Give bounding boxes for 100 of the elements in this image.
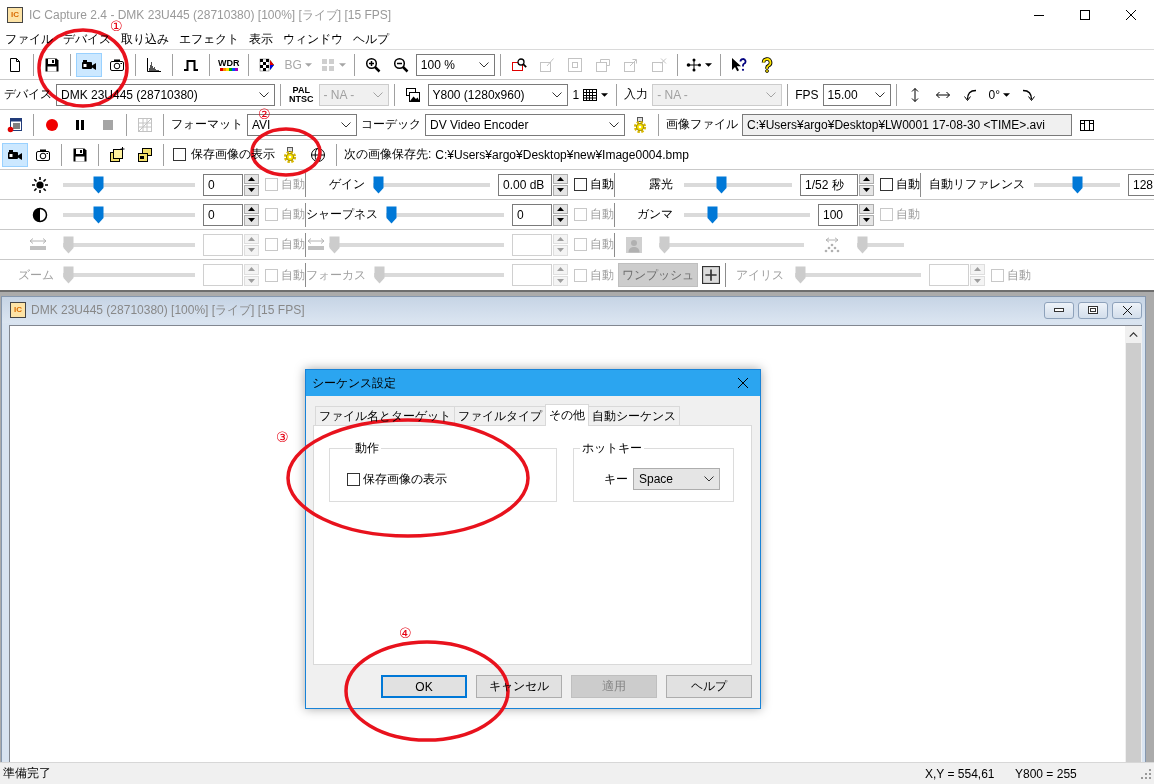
spin-down-button[interactable] — [859, 185, 874, 196]
dropdown[interactable]: Y800 (1280x960) — [427, 83, 568, 106]
spin-down-button[interactable] — [859, 215, 874, 226]
slider-thumb[interactable] — [373, 175, 384, 194]
scrollbar-thumb[interactable] — [1126, 343, 1141, 762]
caret-icon — [304, 62, 312, 67]
checkbox-label: 自動 — [281, 206, 305, 223]
chevron-icon — [259, 91, 269, 98]
up-arrow-icon — [557, 176, 564, 181]
checkbox-label: 自動 — [590, 176, 614, 193]
annotation-number: ④ — [399, 626, 412, 640]
scroll-up-icon — [1129, 332, 1138, 337]
grid-frame-icon — [137, 116, 153, 133]
menu-item[interactable]: エフェクト — [174, 30, 244, 49]
slider-thumb[interactable] — [93, 175, 105, 194]
toolbar-button[interactable]: PAL NTSC — [286, 82, 317, 107]
gear-icon — [632, 116, 648, 133]
spin-down-button[interactable] — [244, 185, 259, 196]
dropdown[interactable]: DV Video Encoder — [425, 113, 625, 136]
toolbar-label: 入力 — [623, 86, 650, 103]
checkbox-label: 自動 — [281, 266, 305, 284]
down-arrow-icon — [557, 218, 564, 223]
toolbar-button[interactable] — [76, 52, 102, 77]
chevron-icon — [341, 121, 351, 128]
number-field[interactable] — [203, 264, 243, 286]
dropdown-button[interactable]: 1 — [569, 82, 612, 107]
spin-up-button[interactable] — [553, 203, 568, 214]
checkbox-label: 自動 — [896, 176, 920, 193]
number-field[interactable]: 0.00 dB — [498, 173, 552, 196]
spin-up-button[interactable] — [859, 203, 874, 214]
minimize-icon — [1034, 14, 1044, 16]
toolbar-button[interactable] — [2, 142, 28, 167]
dialog-button[interactable]: ヘルプ — [666, 675, 752, 698]
app-logo: IC — [10, 302, 26, 318]
restore-button[interactable] — [1078, 301, 1108, 319]
spin-up-button[interactable] — [553, 173, 568, 184]
dropdown[interactable]: Space — [633, 468, 720, 490]
checkbox[interactable] — [574, 178, 587, 191]
slider-thumb[interactable] — [716, 175, 727, 194]
number-field[interactable]: 0 — [203, 173, 243, 196]
number-field[interactable]: 100 — [818, 203, 858, 226]
dropdown-button[interactable]: 0° — [985, 82, 1013, 107]
checkbox[interactable] — [880, 178, 893, 191]
number-field[interactable] — [929, 264, 969, 286]
toolbar-button[interactable]: WDR — [215, 52, 243, 77]
spin-down-button[interactable] — [244, 215, 259, 226]
group-title: ホットキー — [581, 440, 643, 457]
checkbox[interactable] — [173, 148, 186, 161]
number-field[interactable]: 128 — [1128, 173, 1154, 196]
caret-icon — [704, 62, 712, 67]
document-title: DMK 23U445 (28710380) [100%] [ライブ] [15 FPS] — [31, 301, 305, 319]
down-arrow-icon — [974, 278, 981, 283]
spin-down-button[interactable] — [553, 185, 568, 196]
slider-thumb[interactable] — [707, 205, 718, 224]
icon-button[interactable] — [701, 265, 721, 285]
checkbox-label: 自動 — [281, 236, 305, 253]
dialog-button[interactable]: OK — [381, 675, 467, 698]
number-field[interactable] — [512, 264, 552, 286]
number-field[interactable]: 0 — [203, 203, 243, 226]
maximize-icon — [1080, 10, 1090, 20]
up-arrow-icon — [863, 176, 870, 181]
plus-icon — [702, 266, 720, 284]
menu-item[interactable]: ヘルプ — [348, 30, 394, 49]
slider-thumb[interactable] — [93, 205, 105, 224]
up-arrow-icon — [248, 206, 255, 211]
file-path-field[interactable]: C:¥Users¥argo¥Desktop¥LW0001 17-08-30 <TIME>.avi — [742, 113, 1072, 136]
number-field[interactable] — [203, 233, 243, 256]
menu-item[interactable]: 取り込み — [116, 30, 174, 49]
arrow-bar-icon — [306, 236, 326, 253]
number-field[interactable] — [512, 233, 552, 256]
arrow-bar-icon — [28, 236, 48, 253]
caret-icon — [601, 92, 609, 97]
spin-down-button[interactable] — [553, 215, 568, 226]
slider-thumb[interactable] — [386, 205, 397, 224]
number-field[interactable]: 0 — [512, 203, 552, 226]
tab[interactable]: 自動シーケンス — [588, 406, 680, 425]
checkbox[interactable] — [347, 472, 360, 486]
number-field[interactable]: 1/52 秒 — [800, 173, 858, 196]
spin-up-button[interactable] — [859, 173, 874, 184]
close-button[interactable] — [1112, 301, 1142, 319]
field-label: キー — [604, 470, 628, 488]
slider-label: アイリス — [735, 266, 785, 284]
menu-item[interactable]: 表示 — [244, 30, 278, 49]
slider-label: 自動リファレンス — [928, 176, 1026, 193]
menu-item[interactable]: ウィンドウ — [278, 30, 348, 49]
vertical-scrollbar[interactable] — [1125, 325, 1142, 762]
box-arrow-icon — [622, 56, 639, 73]
menu-item[interactable]: ファイル — [0, 30, 58, 49]
dropdown[interactable]: 15.00 — [822, 83, 891, 106]
minimize-button[interactable] — [1044, 301, 1074, 319]
slider-label: ゲイン — [328, 176, 366, 193]
spin-up-button[interactable] — [244, 173, 259, 184]
contrast-icon — [32, 206, 48, 223]
down-arrow-icon — [557, 278, 564, 283]
tab[interactable]: その他 — [545, 404, 589, 426]
spin-up-button[interactable] — [244, 203, 259, 214]
toolbar-label: 次の画像保存先: — [343, 146, 433, 163]
tab[interactable]: ファイルタイプ — [454, 406, 546, 425]
dropdown[interactable]: 100 % — [415, 53, 495, 76]
slider-thumb[interactable] — [1071, 175, 1083, 194]
